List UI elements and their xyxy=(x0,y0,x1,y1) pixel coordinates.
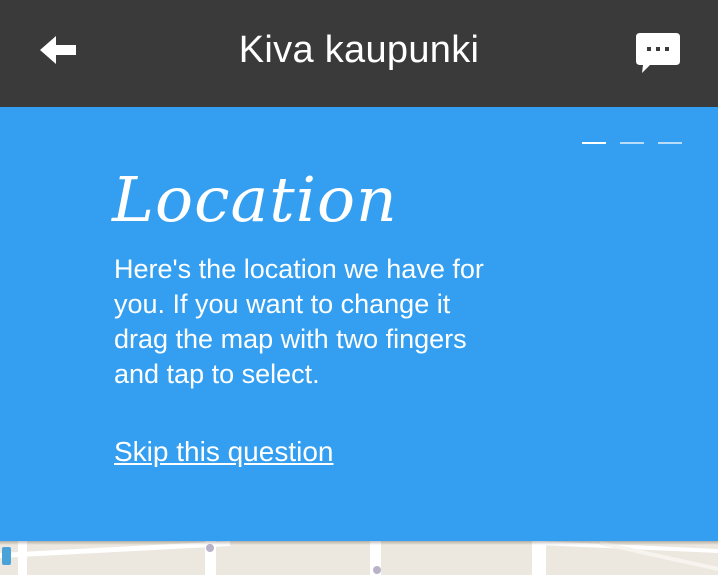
map-roads xyxy=(0,541,718,575)
panel-shadow xyxy=(0,541,718,545)
page-indicator-dash-active xyxy=(582,142,606,144)
page-indicator-dash xyxy=(620,142,644,144)
map-view[interactable] xyxy=(0,541,718,575)
chat-bubble-icon xyxy=(636,33,680,73)
page-indicator xyxy=(582,142,684,146)
survey-screen: Kiva kaupunki Location Here's the locati… xyxy=(0,0,718,575)
chat-button[interactable] xyxy=(634,30,682,76)
skip-question-link[interactable]: Skip this question xyxy=(114,433,333,471)
page-indicator-dash xyxy=(658,142,682,144)
arrow-left-icon xyxy=(40,36,76,64)
back-button[interactable] xyxy=(30,28,86,72)
panel-heading: Location xyxy=(112,163,398,236)
top-navigation-bar: Kiva kaupunki xyxy=(0,0,718,107)
panel-instructions: Here's the location we have for you. If … xyxy=(114,254,484,389)
page-title: Kiva kaupunki xyxy=(238,29,480,71)
